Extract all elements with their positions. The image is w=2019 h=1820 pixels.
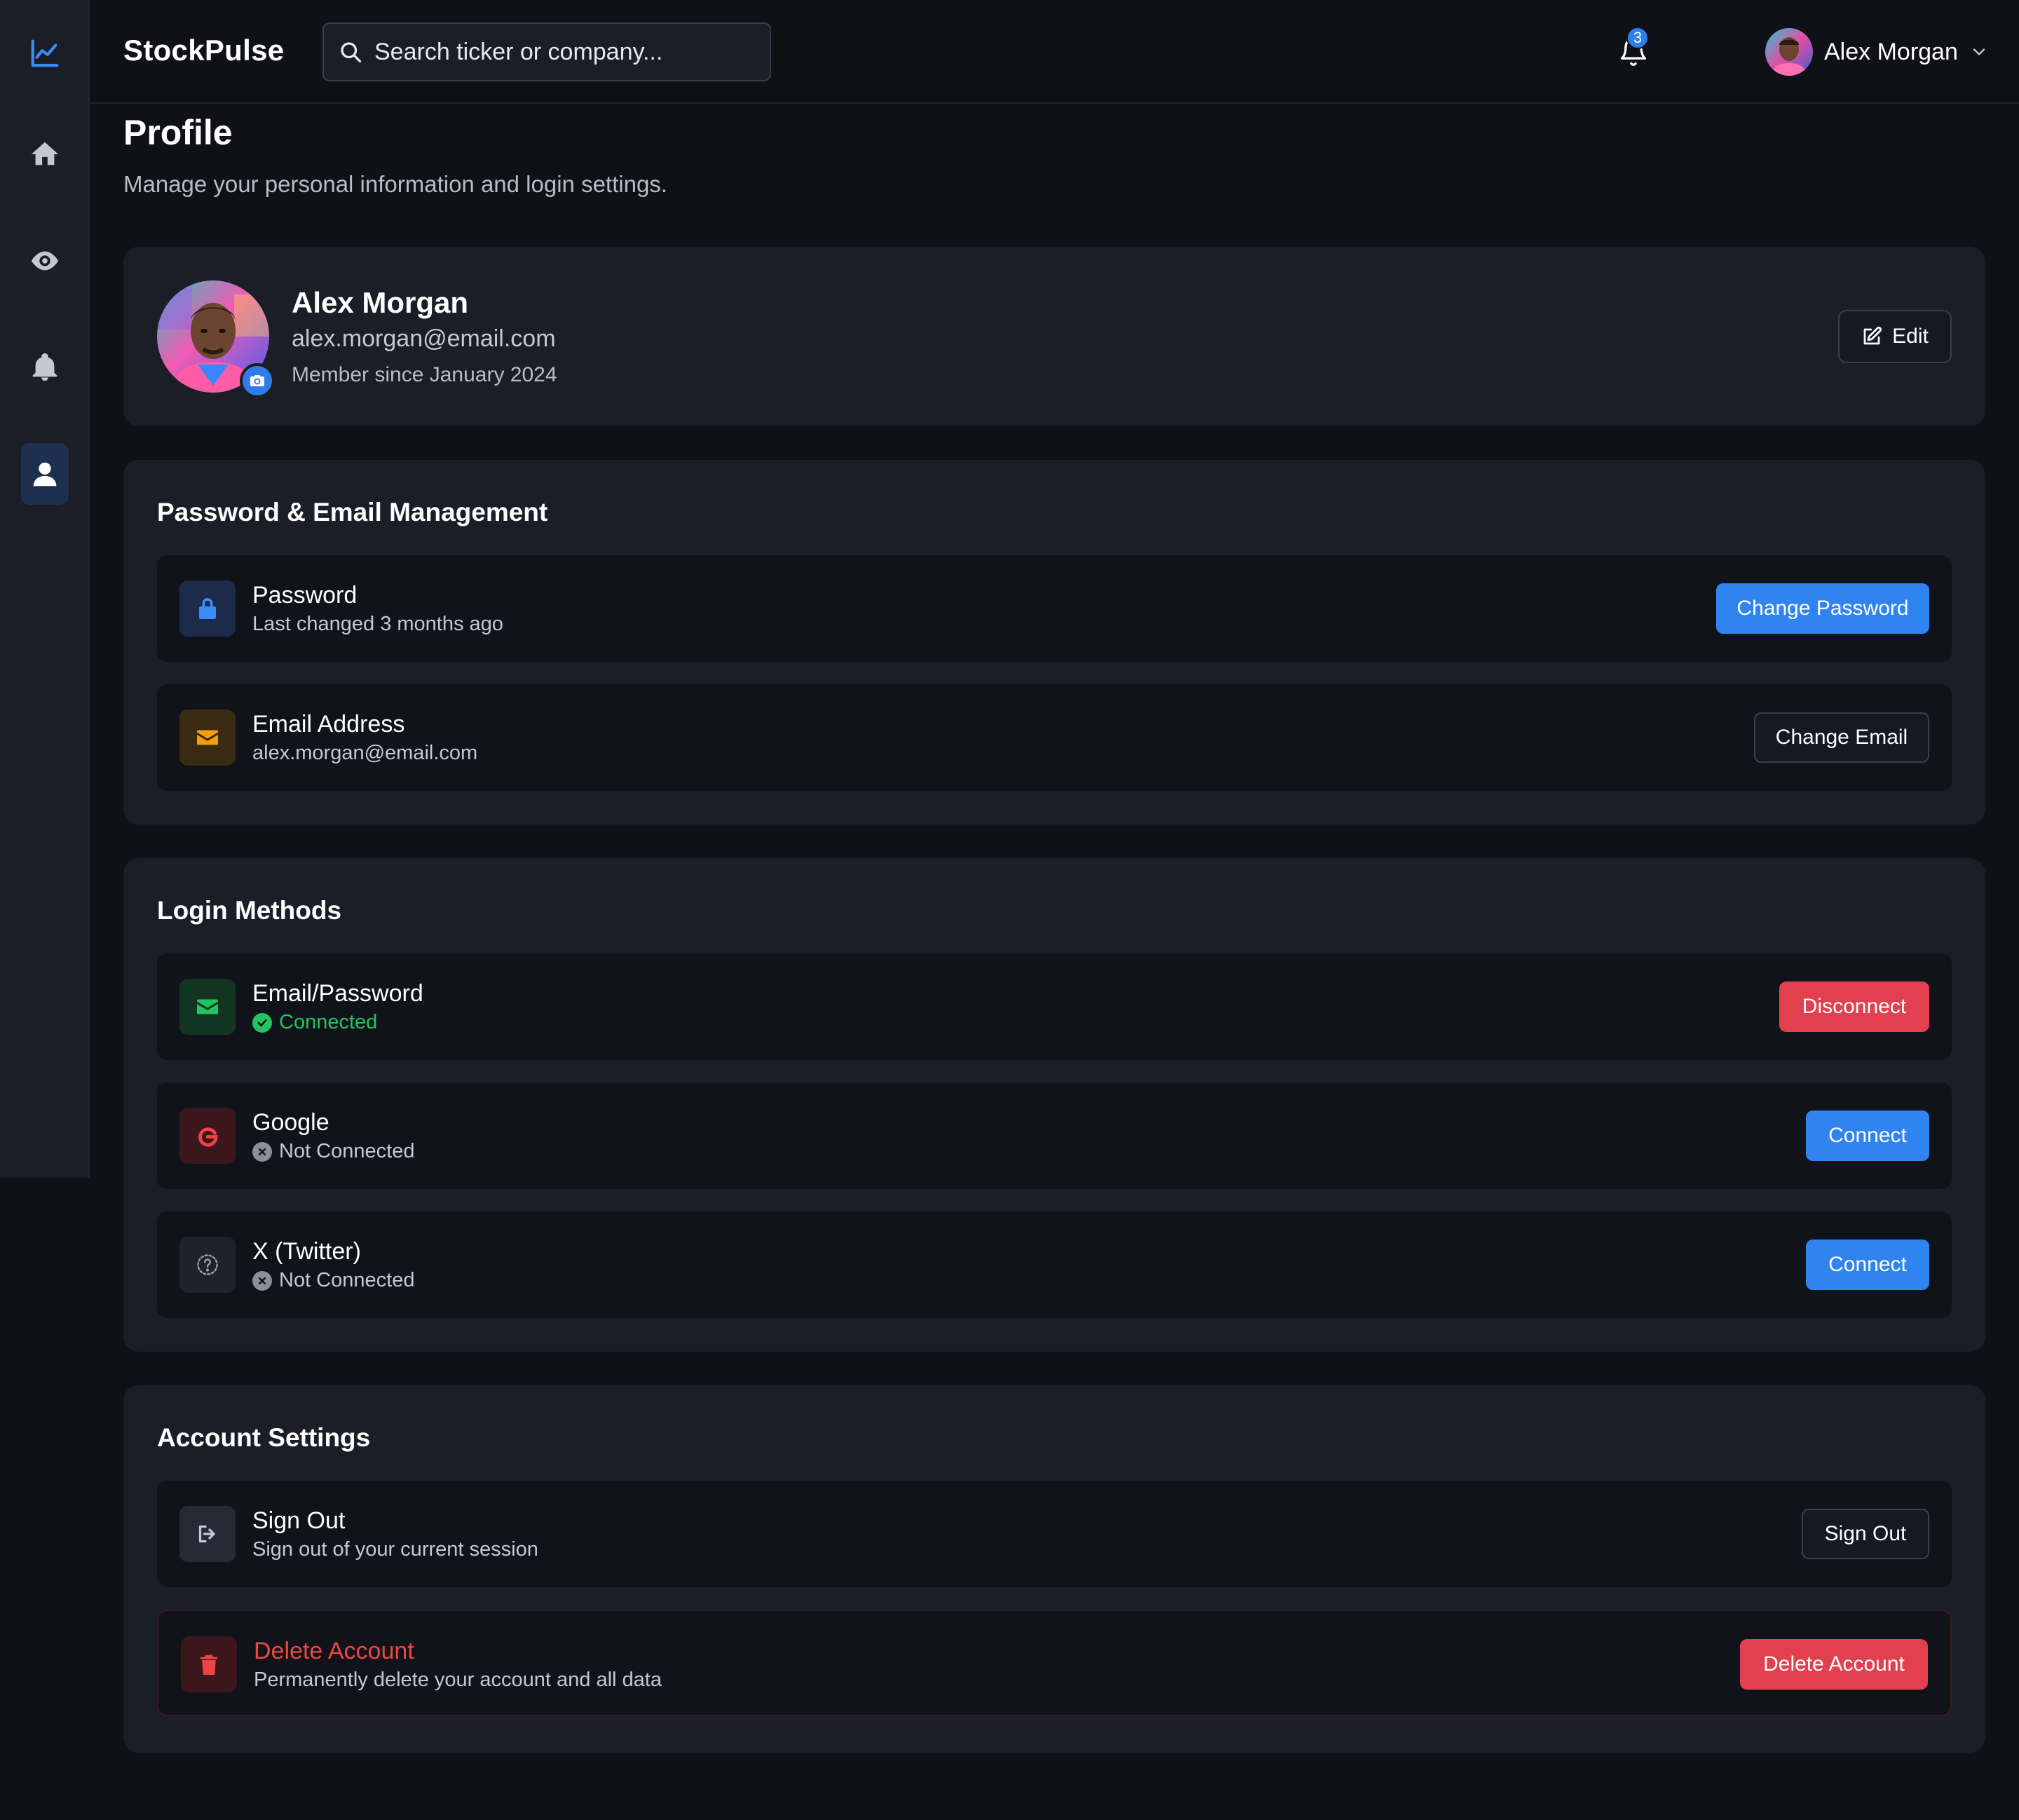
- google-icon: [179, 1108, 236, 1164]
- avatar: [1765, 28, 1813, 76]
- row-title: Email Address: [252, 711, 405, 738]
- delete-account-button[interactable]: Delete Account: [1740, 1639, 1928, 1690]
- camera-icon: [250, 375, 264, 386]
- sign-out-icon: [179, 1506, 236, 1562]
- row-title: Sign Out: [252, 1507, 346, 1534]
- row-subtitle: Sign out of your current session: [252, 1538, 538, 1561]
- brand-logo[interactable]: StockPulse: [123, 34, 284, 67]
- profile-name: Alex Morgan: [292, 286, 469, 319]
- status-not-connected: Not Connected: [252, 1140, 414, 1163]
- section-title: Password & Email Management: [157, 498, 548, 527]
- profile-card: Alex Morgan alex.morgan@email.com Member…: [123, 247, 1985, 426]
- member-since: Member since January 2024: [292, 363, 557, 386]
- row-title: Password: [252, 582, 358, 609]
- row-subtitle: Permanently delete your account and all …: [254, 1669, 662, 1691]
- login-method-email: Email/Password Connected Disconnect: [157, 953, 1952, 1060]
- question-circle-icon: [179, 1237, 236, 1293]
- section-title: Account Settings: [157, 1423, 371, 1452]
- connect-google-button[interactable]: Connect: [1806, 1111, 1929, 1161]
- edit-icon: [1863, 326, 1882, 345]
- row-subtitle: Last changed 3 months ago: [252, 613, 503, 635]
- login-method-google: Google Not Connected Connect: [157, 1082, 1952, 1189]
- page-subtitle: Manage your personal information and log…: [123, 171, 667, 197]
- search-input[interactable]: [374, 38, 753, 66]
- home-icon[interactable]: [21, 130, 69, 178]
- login-methods-card: Login Methods Email/Password Connected D…: [123, 858, 1985, 1352]
- account-settings-card: Account Settings Sign Out Sign out of yo…: [123, 1385, 1985, 1753]
- status-connected: Connected: [252, 1011, 377, 1034]
- change-email-button[interactable]: Change Email: [1754, 712, 1929, 763]
- lock-icon: [179, 580, 236, 637]
- search-box[interactable]: [322, 22, 771, 81]
- disconnect-button[interactable]: Disconnect: [1779, 982, 1929, 1032]
- password-email-card: Password & Email Management Password Las…: [123, 460, 1985, 824]
- status-label: Not Connected: [279, 1269, 415, 1291]
- trash-icon: [181, 1636, 237, 1692]
- bell-icon[interactable]: [21, 344, 69, 391]
- check-circle-icon: [252, 1012, 272, 1033]
- status-not-connected: Not Connected: [252, 1269, 414, 1292]
- x-circle-icon: [252, 1141, 272, 1162]
- row-title: Email/Password: [252, 980, 423, 1007]
- top-bar: StockPulse 3 Alex Morgan: [90, 0, 2019, 104]
- user-icon[interactable]: [21, 443, 69, 505]
- row-title: Google: [252, 1109, 329, 1136]
- search-icon: [341, 42, 362, 63]
- change-password-button[interactable]: Change Password: [1716, 583, 1929, 634]
- sidebar: [0, 0, 90, 1178]
- user-menu[interactable]: Alex Morgan: [1765, 25, 1989, 79]
- status-label: Connected: [279, 1011, 378, 1033]
- x-circle-icon: [252, 1270, 272, 1291]
- email-row: Email Address alex.morgan@email.com Chan…: [157, 684, 1952, 791]
- user-name: Alex Morgan: [1824, 38, 1958, 65]
- notification-badge: 3: [1626, 27, 1649, 49]
- delete-account-row: Delete Account Permanently delete your a…: [157, 1610, 1952, 1716]
- change-photo-button[interactable]: [240, 363, 275, 398]
- sign-out-button[interactable]: Sign Out: [1802, 1509, 1929, 1559]
- connect-twitter-button[interactable]: Connect: [1806, 1240, 1929, 1290]
- edit-profile-button[interactable]: Edit: [1838, 310, 1952, 363]
- row-title: Delete Account: [254, 1638, 414, 1664]
- section-title: Login Methods: [157, 896, 342, 925]
- row-title: X (Twitter): [252, 1238, 361, 1265]
- chevron-down-icon: [1973, 48, 1985, 56]
- sign-out-row: Sign Out Sign out of your current sessio…: [157, 1481, 1952, 1587]
- envelope-icon: [179, 979, 236, 1035]
- eye-icon[interactable]: [21, 237, 69, 285]
- password-row: Password Last changed 3 months ago Chang…: [157, 555, 1952, 662]
- login-method-twitter: X (Twitter) Not Connected Connect: [157, 1211, 1952, 1318]
- status-label: Not Connected: [279, 1140, 415, 1162]
- chart-line-icon[interactable]: [21, 29, 69, 77]
- row-subtitle: alex.morgan@email.com: [252, 742, 478, 764]
- envelope-icon: [179, 709, 236, 766]
- edit-label: Edit: [1892, 325, 1929, 348]
- page-title: Profile: [123, 113, 233, 152]
- profile-email: alex.morgan@email.com: [292, 325, 556, 352]
